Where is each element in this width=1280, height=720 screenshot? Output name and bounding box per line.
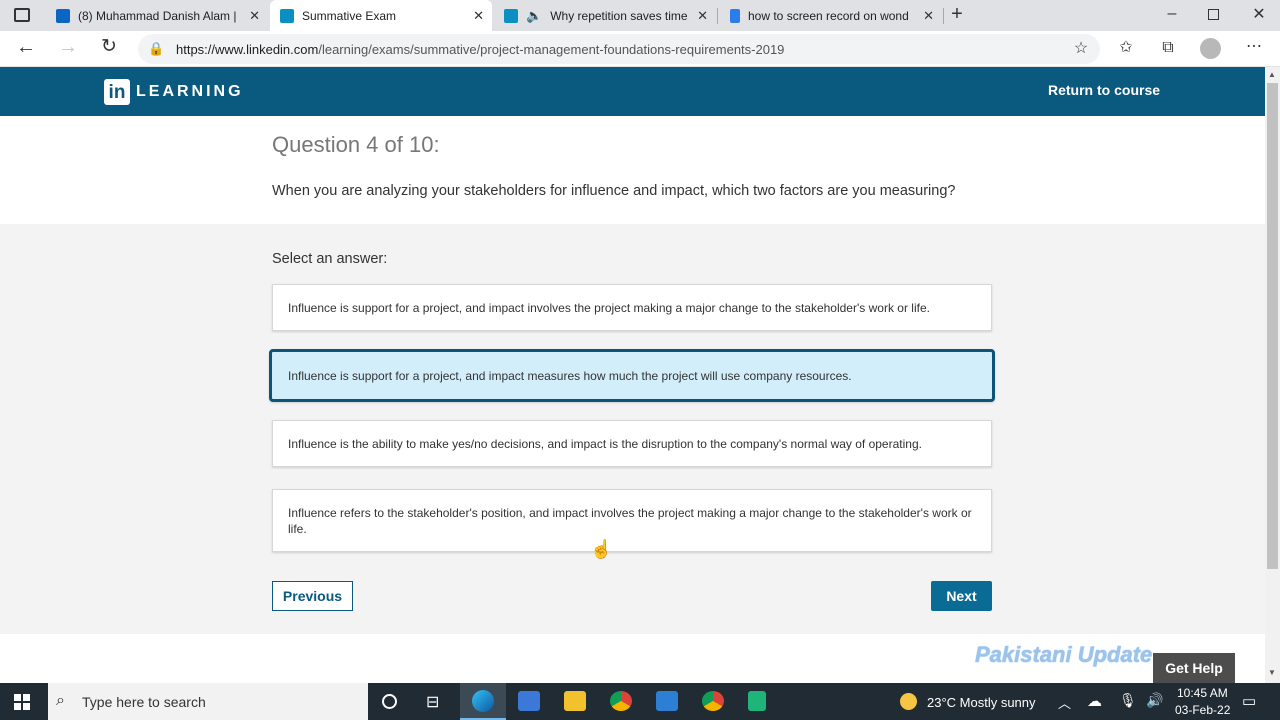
refresh-icon[interactable]: ↻: [99, 37, 119, 56]
question-text: When you are analyzing your stakeholders…: [272, 183, 956, 199]
tab-label: how to screen record on wonder: [748, 8, 908, 23]
store-app-icon[interactable]: [518, 691, 540, 711]
linkedin-icon: [56, 8, 70, 23]
answer-option-4[interactable]: Influence refers to the stakeholder's po…: [272, 489, 992, 552]
watermark: Pakistani Update: [975, 642, 1153, 667]
close-icon[interactable]: ✕: [697, 8, 708, 24]
exam-content: Question 4 of 10: When you are analyzing…: [0, 116, 1265, 683]
microphone-icon[interactable]: 🎙: [1119, 692, 1137, 709]
answer-option-1[interactable]: Influence is support for a project, and …: [272, 284, 992, 331]
chrome-app-icon[interactable]: [610, 691, 632, 711]
address-bar: ← → ↻ 🔒 https://www.linkedin.com/learnin…: [0, 31, 1280, 67]
favorite-add-icon[interactable]: ☆: [1072, 41, 1090, 57]
answer-option-3[interactable]: Influence is the ability to make yes/no …: [272, 420, 992, 467]
windows-taskbar: ⌕ Type here to search ⊟ 23°C Mostly sunn…: [0, 683, 1280, 720]
weather-sun-icon[interactable]: [900, 693, 917, 710]
more-menu-icon[interactable]: ⋯: [1244, 39, 1264, 55]
next-button[interactable]: Next: [931, 581, 992, 611]
scroll-down-icon[interactable]: ▼: [1268, 668, 1276, 677]
volume-icon[interactable]: 🔊: [1146, 692, 1163, 709]
window-close-icon[interactable]: ✕: [1251, 7, 1267, 23]
browser-tab-bar: (8) Muhammad Danish Alam | Li ✕ Summativ…: [0, 0, 1280, 31]
page-scrollbar[interactable]: ▲ ▼: [1265, 67, 1280, 683]
minimize-icon[interactable]: –: [1164, 6, 1180, 22]
learning-header: in LEARNING Return to course: [0, 67, 1265, 116]
linkedin-learning-icon: [504, 8, 518, 23]
tab-summative-exam[interactable]: Summative Exam ✕: [270, 0, 492, 31]
tab-bing-search[interactable]: how to screen record on wonder ✕: [720, 0, 942, 31]
tab-label: Why repetition saves time: [550, 8, 688, 23]
get-help-button[interactable]: Get Help: [1153, 653, 1235, 683]
taskbar-search-box[interactable]: ⌕ Type here to search: [48, 683, 368, 720]
show-hidden-icons-icon[interactable]: ︿: [1058, 693, 1071, 712]
answer-option-2-selected[interactable]: Influence is support for a project, and …: [269, 349, 995, 402]
clock-date[interactable]: 03-Feb-22: [1175, 703, 1230, 717]
answer-panel: Select an answer: Influence is support f…: [0, 224, 1265, 634]
clock-time[interactable]: 10:45 AM: [1177, 686, 1228, 700]
tab-why-repetition[interactable]: 🔈 Why repetition saves time ✕: [494, 0, 716, 31]
tab-label: (8) Muhammad Danish Alam | Li: [78, 8, 238, 23]
close-icon[interactable]: ✕: [473, 8, 484, 24]
task-view-icon[interactable]: ⊟: [426, 692, 439, 712]
close-icon[interactable]: ✕: [249, 8, 260, 24]
onedrive-cloud-icon[interactable]: ☁: [1087, 692, 1102, 710]
tab-linkedin-profile[interactable]: (8) Muhammad Danish Alam | Li ✕: [46, 0, 268, 31]
search-icon: ⌕: [56, 692, 65, 709]
profile-avatar[interactable]: [1200, 38, 1221, 59]
tab-separator: [717, 8, 718, 24]
scroll-up-icon[interactable]: ▲: [1268, 70, 1276, 79]
notifications-icon[interactable]: ▭: [1242, 692, 1256, 710]
cortana-icon[interactable]: [382, 694, 397, 709]
file-explorer-icon[interactable]: [564, 691, 586, 711]
previous-button[interactable]: Previous: [272, 581, 353, 611]
search-placeholder: Type here to search: [82, 694, 206, 710]
tab-separator: [943, 8, 944, 24]
lock-icon[interactable]: 🔒: [148, 41, 164, 57]
tab-actions-icon[interactable]: [14, 8, 30, 22]
scrollbar-thumb[interactable]: [1267, 83, 1278, 569]
back-icon[interactable]: ←: [16, 37, 36, 57]
answer-text: Influence refers to the stakeholder's po…: [288, 505, 972, 536]
close-icon[interactable]: ✕: [923, 8, 934, 24]
answer-text: Influence is support for a project, and …: [288, 368, 852, 383]
collections-icon[interactable]: ⧉: [1158, 40, 1178, 56]
chrome-profile-app-icon[interactable]: [702, 691, 724, 711]
forward-icon[interactable]: →: [58, 37, 78, 57]
linkedin-learning-icon: [280, 8, 294, 23]
speaker-icon[interactable]: 🔈: [526, 8, 542, 24]
mail-app-icon[interactable]: [656, 691, 678, 711]
return-to-course-link[interactable]: Return to course: [1048, 82, 1160, 98]
tab-label: Summative Exam: [302, 8, 397, 23]
url-text: https://www.linkedin.com/learning/exams/…: [176, 42, 785, 57]
new-tab-icon[interactable]: +: [948, 4, 966, 24]
answer-text: Influence is support for a project, and …: [288, 300, 930, 315]
select-prompt: Select an answer:: [272, 251, 388, 267]
learning-logo-text[interactable]: LEARNING: [136, 83, 244, 101]
weather-text[interactable]: 23°C Mostly sunny: [927, 695, 1036, 710]
recorder-app-icon[interactable]: [748, 691, 766, 711]
windows-start-icon[interactable]: [14, 694, 30, 710]
answer-text: Influence is the ability to make yes/no …: [288, 436, 922, 451]
restore-icon[interactable]: [1208, 9, 1219, 20]
linkedin-logo-icon[interactable]: in: [104, 79, 130, 105]
favorites-icon[interactable]: ✩: [1116, 40, 1136, 56]
mouse-cursor-icon: ☝: [590, 539, 613, 559]
edge-app-icon[interactable]: [460, 683, 506, 720]
question-number: Question 4 of 10:: [272, 132, 440, 157]
url-field[interactable]: 🔒 https://www.linkedin.com/learning/exam…: [138, 34, 1100, 64]
bing-icon: [730, 8, 740, 23]
